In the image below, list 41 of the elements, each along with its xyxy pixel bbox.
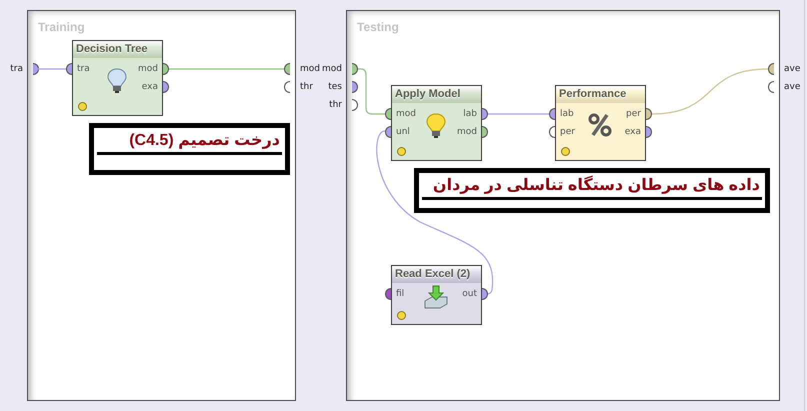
- port-label: tra: [77, 63, 90, 75]
- connector-line: [487, 113, 549, 115]
- port-label: exa: [142, 81, 158, 93]
- port-label: mod: [396, 108, 416, 120]
- lightbulb-icon: [107, 68, 127, 94]
- port-label: ave: [784, 63, 800, 75]
- port-label: mod: [138, 63, 158, 75]
- operator-title: Apply Model: [392, 86, 481, 103]
- status-indicator: [397, 147, 406, 156]
- annotation-text: درخت تصمیم (C4.5): [97, 130, 282, 155]
- port-label: out: [462, 288, 477, 300]
- operator-node[interactable]: Read Excel (2) fil out: [391, 265, 482, 325]
- status-indicator: [78, 102, 87, 111]
- panel-title: Testing: [357, 20, 399, 34]
- port-label: fil: [396, 288, 404, 300]
- port-label: per: [560, 126, 575, 138]
- status-indicator: [397, 311, 406, 320]
- port-label: lab: [463, 108, 477, 120]
- operator-node[interactable]: Apply Model mod unl lab mod: [391, 85, 482, 161]
- port-label: per: [626, 108, 641, 120]
- operator-node[interactable]: Decision Tree tra mod exa: [72, 40, 163, 116]
- port-label: unl: [396, 126, 410, 138]
- percent-icon: [588, 113, 612, 137]
- port-label: ave: [784, 81, 800, 93]
- operator-title: Decision Tree: [73, 41, 162, 58]
- port-label: mod: [300, 63, 320, 75]
- download-tray-icon: [424, 285, 448, 309]
- port-label: thr: [328, 99, 342, 111]
- port-label: thr: [300, 81, 313, 93]
- operator-node[interactable]: Performance lab per per exa: [555, 85, 646, 161]
- status-indicator: [561, 147, 570, 156]
- port-label: mod: [457, 126, 477, 138]
- operator-title: Performance: [556, 86, 645, 103]
- port-label: lab: [560, 108, 574, 120]
- operator-title: Read Excel (2): [392, 266, 481, 283]
- panel-title: Training: [38, 20, 85, 34]
- annotation-text: داده های سرطان دستگاه تناسلی در مردان: [422, 175, 762, 200]
- lightbulb-icon: [426, 113, 446, 139]
- port-label: tra: [9, 63, 23, 75]
- connector-line: [358, 68, 385, 115]
- port-label: exa: [624, 126, 641, 138]
